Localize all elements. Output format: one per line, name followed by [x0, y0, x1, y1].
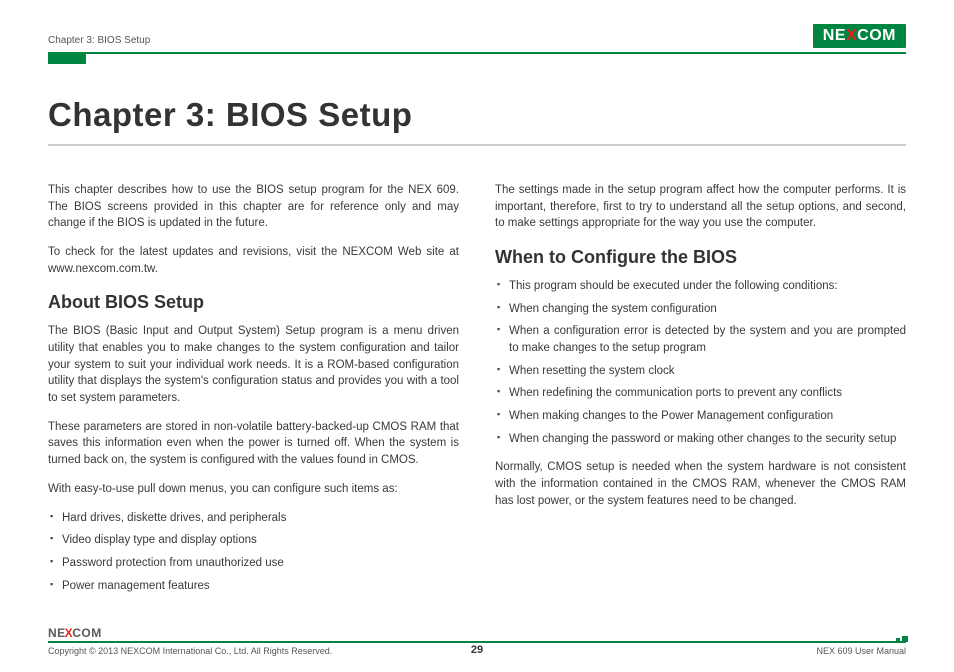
page-footer: NEXCOM Copyright © 2013 NEXCOM Internati… — [48, 626, 906, 656]
list-item: Hard drives, diskette drives, and periph… — [48, 510, 459, 527]
about-paragraph-3: With easy-to-use pull down menus, you ca… — [48, 481, 459, 498]
intro-paragraph-1: This chapter describes how to use the BI… — [48, 182, 459, 232]
page-header: Chapter 3: BIOS Setup NEXCOM — [48, 24, 906, 54]
list-item: Power management features — [48, 578, 459, 595]
right-outro: Normally, CMOS setup is needed when the … — [495, 459, 906, 509]
list-item: When changing the system configuration — [495, 301, 906, 318]
when-bullet-list: This program should be executed under th… — [495, 278, 906, 447]
when-configure-heading: When to Configure the BIOS — [495, 244, 906, 270]
nexcom-logo: NEXCOM — [813, 24, 906, 48]
intro-paragraph-2: To check for the latest updates and revi… — [48, 244, 459, 277]
footer-divider — [48, 641, 906, 643]
about-paragraph-2: These parameters are stored in non-volat… — [48, 419, 459, 469]
list-item: This program should be executed under th… — [495, 278, 906, 295]
about-paragraph-1: The BIOS (Basic Input and Output System)… — [48, 323, 459, 406]
right-column: The settings made in the setup program a… — [495, 182, 906, 606]
copyright-text: Copyright © 2013 NEXCOM International Co… — [48, 646, 332, 656]
content-columns: This chapter describes how to use the BI… — [48, 182, 906, 606]
list-item: Password protection from unauthorized us… — [48, 555, 459, 572]
logo-x-icon: X — [846, 27, 857, 45]
list-item: When changing the password or making oth… — [495, 431, 906, 448]
logo-text-right: COM — [857, 27, 896, 45]
corner-decoration-icon — [896, 636, 908, 642]
about-bios-heading: About BIOS Setup — [48, 289, 459, 315]
list-item: When resetting the system clock — [495, 363, 906, 380]
list-item: When redefining the communication ports … — [495, 385, 906, 402]
list-item: Video display type and display options — [48, 532, 459, 549]
header-accent-tab — [48, 54, 86, 64]
running-head: Chapter 3: BIOS Setup — [48, 35, 150, 48]
footer-logo-left: NE — [48, 626, 66, 640]
footer-logo-right: COM — [72, 626, 102, 640]
footer-logo: NEXCOM — [48, 626, 906, 640]
page-number: 29 — [471, 644, 483, 656]
manual-name: NEX 609 User Manual — [816, 646, 906, 656]
about-bullet-list: Hard drives, diskette drives, and periph… — [48, 510, 459, 595]
logo-text-left: NE — [823, 27, 846, 45]
chapter-title: Chapter 3: BIOS Setup — [48, 96, 906, 146]
list-item: When making changes to the Power Managem… — [495, 408, 906, 425]
right-intro: The settings made in the setup program a… — [495, 182, 906, 232]
list-item: When a configuration error is detected b… — [495, 323, 906, 356]
left-column: This chapter describes how to use the BI… — [48, 182, 459, 606]
